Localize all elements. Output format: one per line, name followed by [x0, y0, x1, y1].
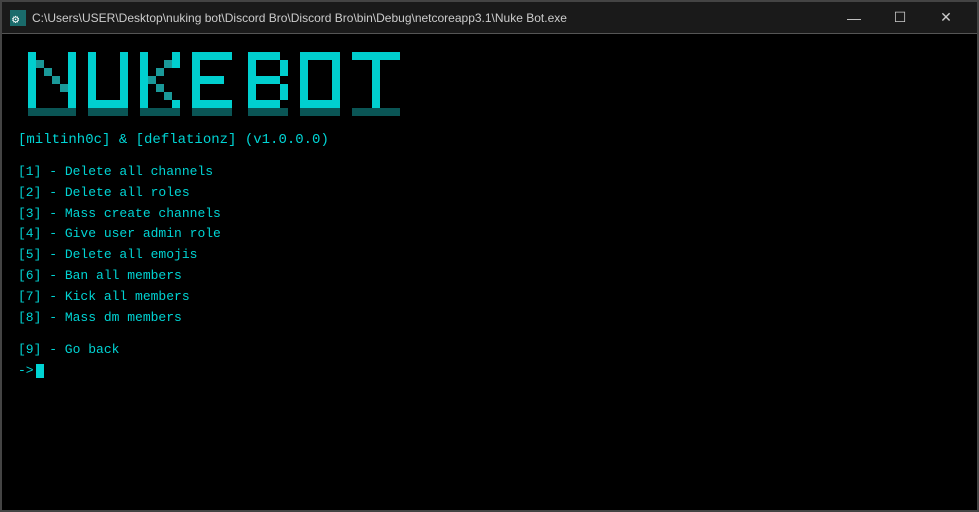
list-item: [2] - Delete all roles — [18, 183, 961, 204]
logo-container: .px { fill: #00cfcf; } .px2 { fill: #1a9… — [18, 44, 961, 124]
svg-text:⚙: ⚙ — [12, 13, 20, 26]
menu-list: [1] - Delete all channels [2] - Delete a… — [18, 162, 961, 328]
credits-text: [miltinh0c] & [deflationz] (v1.0.0.0) — [18, 132, 961, 148]
cursor-blink — [36, 364, 44, 378]
prompt-text: -> — [18, 363, 34, 378]
window-controls: — ☐ ✕ — [831, 2, 969, 34]
list-item: [4] - Give user admin role — [18, 224, 961, 245]
titlebar: ⚙ C:\Users\USER\Desktop\nuking bot\Disco… — [2, 2, 977, 34]
window-title: C:\Users\USER\Desktop\nuking bot\Discord… — [32, 11, 831, 25]
minimize-button[interactable]: — — [831, 2, 877, 34]
list-item: [8] - Mass dm members — [18, 308, 961, 329]
go-back-item: [9] - Go back — [18, 342, 961, 357]
list-item: [1] - Delete all channels — [18, 162, 961, 183]
nuke-bot-logo: .px { fill: #00cfcf; } .px2 { fill: #1a9… — [18, 44, 538, 124]
list-item: [3] - Mass create channels — [18, 204, 961, 225]
console-window: ⚙ C:\Users\USER\Desktop\nuking bot\Disco… — [0, 0, 979, 512]
console-area: .px { fill: #00cfcf; } .px2 { fill: #1a9… — [2, 34, 977, 510]
app-icon: ⚙ — [10, 10, 26, 26]
maximize-button[interactable]: ☐ — [877, 2, 923, 34]
command-prompt[interactable]: -> — [18, 363, 961, 378]
list-item: [7] - Kick all members — [18, 287, 961, 308]
list-item: [6] - Ban all members — [18, 266, 961, 287]
close-button[interactable]: ✕ — [923, 2, 969, 34]
list-item: [5] - Delete all emojis — [18, 245, 961, 266]
